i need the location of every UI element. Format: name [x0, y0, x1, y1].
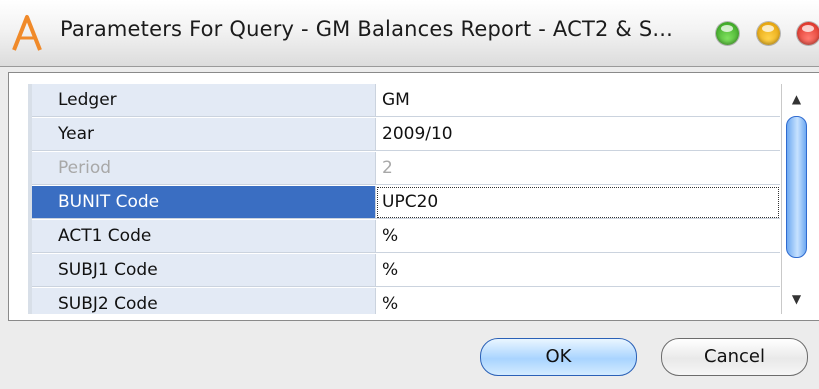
title-bar[interactable]: Parameters For Query - GM Balances Repor…	[0, 0, 819, 67]
parameter-name: Year	[32, 118, 376, 151]
table-row[interactable]: Period 2	[32, 152, 780, 186]
minimize-button[interactable]	[757, 22, 780, 45]
zoom-button[interactable]	[716, 22, 739, 45]
table-row[interactable]: Year 2009/10	[32, 118, 780, 152]
app-logo-icon	[12, 15, 42, 51]
table-row[interactable]: ACT1 Code %	[32, 220, 780, 254]
parameter-value[interactable]: UPC20	[376, 186, 780, 219]
parameter-name: ACT1 Code	[32, 220, 376, 253]
scroll-thumb[interactable]	[786, 116, 807, 258]
parameter-name: Period	[32, 152, 376, 185]
parameter-value[interactable]: 2	[376, 152, 780, 185]
table-row[interactable]: SUBJ1 Code %	[32, 254, 780, 288]
table-row[interactable]: BUNIT Code UPC20	[32, 186, 780, 220]
window-title: Parameters For Query - GM Balances Repor…	[60, 17, 674, 41]
vertical-scrollbar[interactable]: ▲ ▼	[781, 84, 811, 314]
table-row[interactable]: Ledger GM	[32, 84, 780, 118]
parameters-dialog: Parameters For Query - GM Balances Repor…	[0, 0, 819, 389]
table-row[interactable]: SUBJ2 Code %	[32, 288, 780, 314]
parameter-value[interactable]: %	[376, 254, 780, 287]
parameter-name: SUBJ1 Code	[32, 254, 376, 287]
parameters-table: Ledger GM Year 2009/10 Period 2 BUNIT Co…	[32, 84, 780, 314]
parameter-value[interactable]: %	[376, 220, 780, 253]
parameter-value[interactable]: GM	[376, 84, 780, 117]
scroll-up-arrow-icon[interactable]: ▲	[782, 84, 811, 114]
close-button[interactable]	[797, 22, 819, 45]
parameter-value[interactable]: %	[376, 288, 780, 314]
ok-button[interactable]: OK	[480, 338, 637, 376]
parameter-value[interactable]: 2009/10	[376, 118, 780, 151]
cancel-button[interactable]: Cancel	[661, 338, 808, 376]
parameter-name: Ledger	[32, 84, 376, 117]
parameter-name: SUBJ2 Code	[32, 288, 376, 314]
scroll-down-arrow-icon[interactable]: ▼	[782, 284, 811, 314]
parameter-name: BUNIT Code	[32, 186, 376, 219]
